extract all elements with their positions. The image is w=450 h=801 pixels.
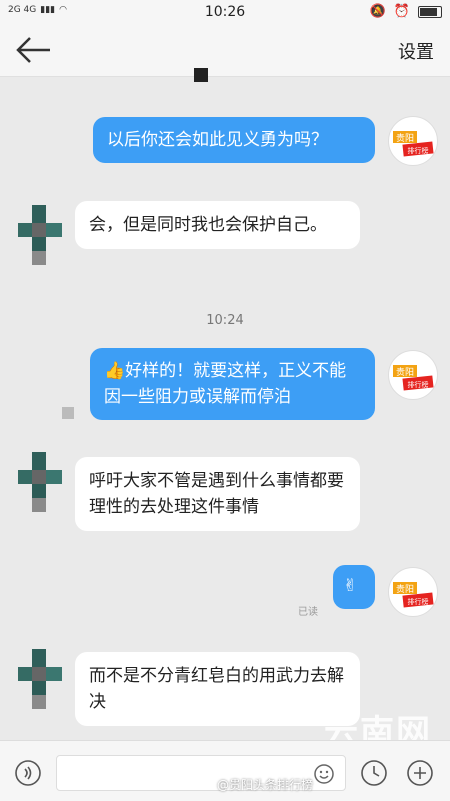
message-bubble-outgoing[interactable]: ✌ — [333, 565, 375, 609]
svg-text:排行榜: 排行榜 — [408, 597, 429, 606]
emoji-icon — [314, 764, 334, 784]
nav-bar: 设置 — [0, 24, 450, 82]
logo-icon: 贵阳 排行榜 — [393, 131, 434, 157]
back-button[interactable] — [16, 36, 52, 64]
battery-icon — [418, 5, 442, 18]
voice-button[interactable] — [14, 759, 42, 787]
read-receipt: 已读 — [298, 607, 318, 618]
alarm-icon: ⏰ — [393, 4, 410, 19]
back-arrow-icon — [16, 37, 50, 63]
weibo-watermark: @贵阳头条排行榜 — [217, 778, 314, 792]
message-input[interactable]: @贵阳头条排行榜 — [56, 755, 346, 792]
pixelated-avatar-icon — [18, 205, 62, 265]
avatar-me[interactable]: 贵阳 排行榜 — [388, 350, 438, 400]
avatar-me[interactable]: 贵阳 排行榜 — [388, 116, 438, 166]
history-button[interactable] — [360, 759, 388, 787]
failed-indicator-icon — [62, 407, 74, 419]
avatar-me[interactable]: 贵阳 排行榜 — [388, 567, 438, 617]
chat-area[interactable]: 以后你还会如此见义勇为吗？ 贵阳 排行榜 会，但是同时我也会保护自己。 10:2… — [0, 77, 450, 753]
logo-icon: 贵阳 排行榜 — [393, 582, 434, 608]
message-bubble-outgoing[interactable]: 以后你还会如此见义勇为吗？ — [93, 117, 375, 163]
message-bubble-outgoing[interactable]: 👍好样的！就要这样，正义不能因一些阻力或误解而停泊 — [90, 348, 375, 420]
logo-icon: 贵阳 排行榜 — [393, 365, 434, 391]
settings-button[interactable]: 设置 — [398, 38, 434, 64]
svg-text:贵阳: 贵阳 — [396, 366, 414, 378]
emoji-button[interactable] — [313, 763, 335, 785]
plus-icon — [407, 760, 433, 786]
message-bubble-incoming[interactable]: 会，但是同时我也会保护自己。 — [75, 201, 360, 249]
silent-icon: 🔕 — [369, 4, 386, 19]
avatar-other[interactable] — [18, 649, 62, 709]
pixelated-avatar-icon — [18, 649, 62, 709]
clock-icon — [361, 760, 387, 786]
avatar-other[interactable] — [18, 205, 62, 265]
message-bubble-incoming[interactable]: 而不是不分青红皂白的用武力去解决 — [75, 652, 360, 726]
svg-text:排行榜: 排行榜 — [408, 146, 429, 155]
voice-icon — [15, 760, 41, 786]
svg-text:贵阳: 贵阳 — [396, 583, 414, 595]
status-bar: 2G 4G ▮▮▮ ◠ 10:26 🔕 ⏰ — [0, 0, 450, 24]
add-button[interactable] — [406, 759, 434, 787]
svg-text:贵阳: 贵阳 — [396, 132, 414, 144]
message-bubble-incoming[interactable]: 呼吁大家不管是遇到什么事情都要理性的去处理这件事情 — [75, 457, 360, 531]
avatar-other[interactable] — [18, 452, 62, 512]
time-separator: 10:24 — [206, 313, 244, 328]
svg-text:排行榜: 排行榜 — [408, 380, 429, 389]
pixelated-avatar-icon — [18, 452, 62, 512]
status-icons: 🔕 ⏰ — [370, 4, 442, 19]
input-bar: @贵阳头条排行榜 — [0, 740, 450, 801]
